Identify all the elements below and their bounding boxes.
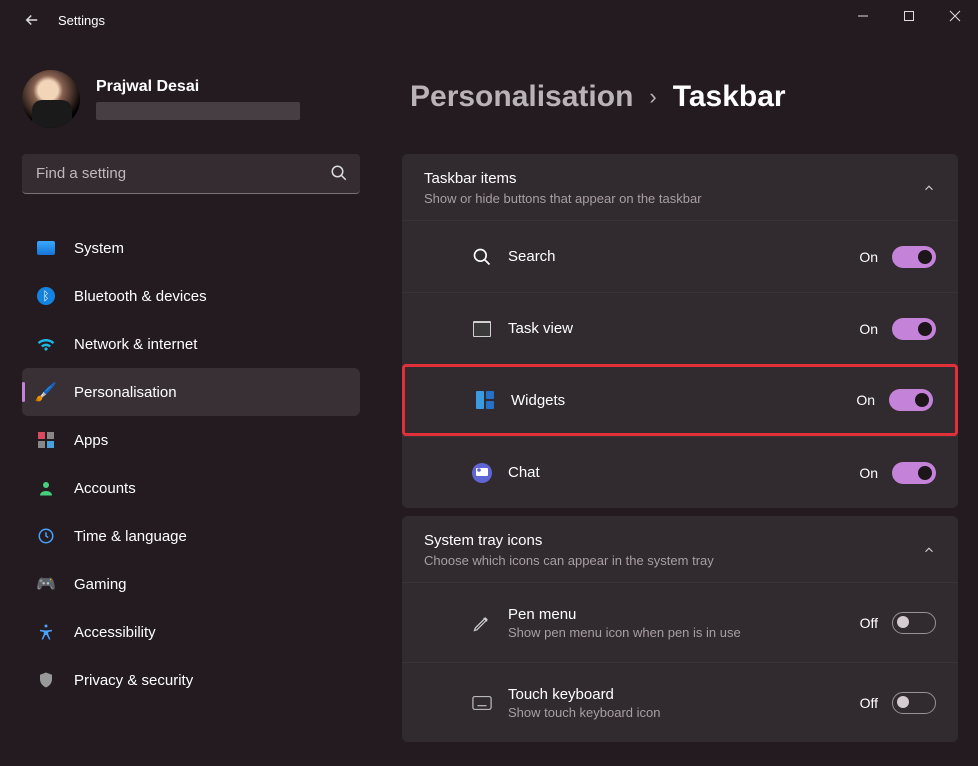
sidebar-item-privacy[interactable]: Privacy & security	[22, 656, 360, 704]
sidebar-item-gaming[interactable]: 🎮 Gaming	[22, 560, 360, 608]
row-task-view: Task view On	[402, 292, 958, 364]
row-label: Task view	[508, 320, 573, 337]
sidebar-item-network[interactable]: Network & internet	[22, 320, 360, 368]
app-title: Settings	[58, 13, 105, 28]
pen-icon	[472, 613, 492, 633]
row-label: Chat	[508, 464, 540, 481]
breadcrumb-parent[interactable]: Personalisation	[410, 80, 633, 114]
profile-email-redacted	[96, 102, 300, 120]
profile-name: Prajwal Desai	[96, 78, 300, 96]
panel-title: System tray icons	[424, 532, 714, 549]
sidebar-item-label: Gaming	[74, 576, 127, 593]
toggle-state-text: On	[859, 249, 878, 265]
widgets-icon	[475, 390, 495, 410]
chat-icon	[472, 463, 492, 483]
row-touch-keyboard: Touch keyboard Show touch keyboard icon …	[402, 662, 958, 742]
accessibility-icon	[36, 622, 56, 642]
row-chat: Chat On	[402, 436, 958, 508]
titlebar: Settings	[0, 0, 978, 40]
sidebar-item-label: Accessibility	[74, 624, 156, 641]
search-icon	[472, 247, 492, 267]
sidebar-item-personalisation[interactable]: 🖌️ Personalisation	[22, 368, 360, 416]
row-label: Touch keyboard	[508, 686, 660, 703]
row-label: Widgets	[511, 392, 565, 409]
task-view-toggle[interactable]	[892, 318, 936, 340]
sidebar-item-label: Apps	[74, 432, 108, 449]
taskbar-items-header[interactable]: Taskbar items Show or hide buttons that …	[402, 154, 958, 220]
paintbrush-icon: 🖌️	[36, 382, 56, 402]
keyboard-icon	[472, 693, 492, 713]
task-view-icon	[472, 319, 492, 339]
row-label: Pen menu	[508, 606, 741, 623]
panel-subtitle: Show or hide buttons that appear on the …	[424, 191, 702, 206]
sidebar-item-accessibility[interactable]: Accessibility	[22, 608, 360, 656]
search-toggle[interactable]	[892, 246, 936, 268]
profile-block[interactable]: Prajwal Desai	[22, 70, 360, 128]
search-input[interactable]	[22, 154, 360, 194]
chevron-up-icon	[922, 543, 936, 557]
row-sublabel: Show touch keyboard icon	[508, 705, 660, 720]
gamepad-icon: 🎮	[36, 574, 56, 594]
chevron-right-icon: ›	[649, 84, 656, 110]
row-label: Search	[508, 248, 556, 265]
sidebar: Prajwal Desai System ᛒ Bluetooth & devic…	[0, 40, 382, 766]
toggle-state-text: On	[859, 465, 878, 481]
system-icon	[36, 238, 56, 258]
apps-icon	[36, 430, 56, 450]
sidebar-item-apps[interactable]: Apps	[22, 416, 360, 464]
sidebar-item-label: Personalisation	[74, 384, 177, 401]
sidebar-item-accounts[interactable]: Accounts	[22, 464, 360, 512]
search-icon	[330, 164, 348, 182]
breadcrumb: Personalisation › Taskbar	[410, 80, 958, 114]
row-sublabel: Show pen menu icon when pen is in use	[508, 625, 741, 640]
sidebar-item-label: System	[74, 240, 124, 257]
maximize-button[interactable]	[886, 0, 932, 32]
avatar	[22, 70, 80, 128]
sidebar-item-time[interactable]: Time & language	[22, 512, 360, 560]
sidebar-item-bluetooth[interactable]: ᛒ Bluetooth & devices	[22, 272, 360, 320]
chat-toggle[interactable]	[892, 462, 936, 484]
sidebar-item-label: Accounts	[74, 480, 136, 497]
bluetooth-icon: ᛒ	[36, 286, 56, 306]
person-icon	[36, 478, 56, 498]
back-button[interactable]	[12, 11, 52, 29]
panel-subtitle: Choose which icons can appear in the sys…	[424, 553, 714, 568]
toggle-state-text: On	[856, 392, 875, 408]
minimize-button[interactable]	[840, 0, 886, 32]
toggle-state-text: Off	[860, 695, 878, 711]
sidebar-item-label: Privacy & security	[74, 672, 193, 689]
taskbar-items-panel: Taskbar items Show or hide buttons that …	[402, 154, 958, 508]
sidebar-item-system[interactable]: System	[22, 224, 360, 272]
sidebar-item-label: Time & language	[74, 528, 187, 545]
row-search: Search On	[402, 220, 958, 292]
sidebar-item-label: Bluetooth & devices	[74, 288, 207, 305]
row-pen-menu: Pen menu Show pen menu icon when pen is …	[402, 582, 958, 662]
touch-keyboard-toggle[interactable]	[892, 692, 936, 714]
system-tray-panel: System tray icons Choose which icons can…	[402, 516, 958, 742]
row-widgets: Widgets On	[402, 364, 958, 436]
close-button[interactable]	[932, 0, 978, 32]
wifi-icon	[36, 334, 56, 354]
window-controls	[840, 0, 978, 32]
panel-title: Taskbar items	[424, 170, 702, 187]
breadcrumb-current: Taskbar	[673, 80, 786, 114]
sidebar-item-label: Network & internet	[74, 336, 197, 353]
system-tray-header[interactable]: System tray icons Choose which icons can…	[402, 516, 958, 582]
main-panel: Personalisation › Taskbar Taskbar items …	[382, 40, 978, 766]
widgets-toggle[interactable]	[889, 389, 933, 411]
clock-globe-icon	[36, 526, 56, 546]
toggle-state-text: On	[859, 321, 878, 337]
toggle-state-text: Off	[860, 615, 878, 631]
pen-menu-toggle[interactable]	[892, 612, 936, 634]
chevron-up-icon	[922, 181, 936, 195]
shield-icon	[36, 670, 56, 690]
